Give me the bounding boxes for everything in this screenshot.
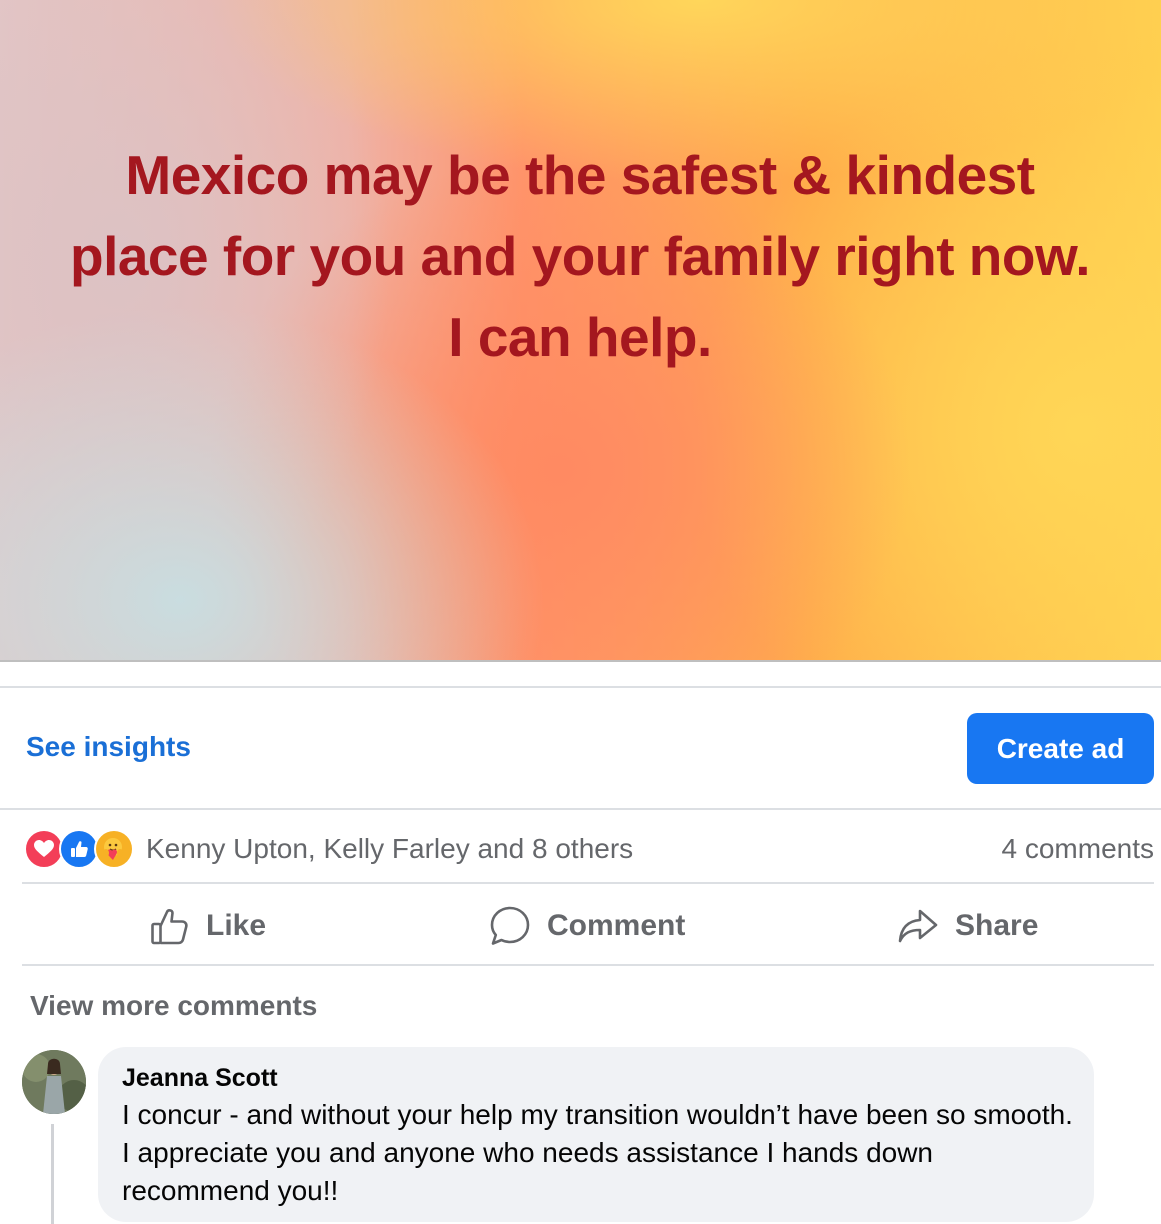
comment-label: Comment bbox=[547, 909, 686, 942]
thumbs-up-icon bbox=[150, 906, 190, 946]
share-button[interactable]: Share bbox=[897, 898, 1038, 954]
divider bbox=[0, 808, 1161, 810]
comment-bubble-icon bbox=[489, 905, 531, 947]
like-button[interactable]: Like bbox=[150, 898, 266, 954]
see-insights-link[interactable]: See insights bbox=[26, 731, 191, 763]
divider bbox=[0, 686, 1161, 688]
share-label: Share bbox=[955, 909, 1039, 942]
facebook-post: Mexico may be the safest & kindest place… bbox=[0, 0, 1161, 1224]
create-ad-button[interactable]: Create ad bbox=[967, 713, 1154, 784]
thread-line bbox=[51, 1124, 54, 1224]
comment-count[interactable]: 4 comments bbox=[1002, 833, 1155, 865]
share-arrow-icon bbox=[897, 905, 939, 947]
care-reaction-icon bbox=[94, 829, 134, 869]
like-reaction-icon bbox=[59, 829, 99, 869]
divider bbox=[0, 660, 1161, 662]
view-more-comments-link[interactable]: View more comments bbox=[30, 990, 317, 1022]
post-background: Mexico may be the safest & kindest place… bbox=[0, 0, 1161, 662]
like-label: Like bbox=[206, 909, 267, 942]
love-reaction-icon bbox=[24, 829, 64, 869]
divider bbox=[22, 964, 1154, 966]
comment-button[interactable]: Comment bbox=[489, 898, 685, 954]
comment-author[interactable]: Jeanna Scott bbox=[122, 1064, 278, 1093]
post-text: Mexico may be the safest & kindest place… bbox=[69, 144, 1091, 368]
reactors-summary[interactable]: Kenny Upton, Kelly Farley and 8 others bbox=[146, 833, 633, 865]
reaction-icons[interactable] bbox=[24, 829, 136, 869]
comment-text: I concur - and without your help my tran… bbox=[122, 1099, 1073, 1206]
divider bbox=[22, 882, 1154, 884]
avatar[interactable] bbox=[22, 1050, 86, 1114]
